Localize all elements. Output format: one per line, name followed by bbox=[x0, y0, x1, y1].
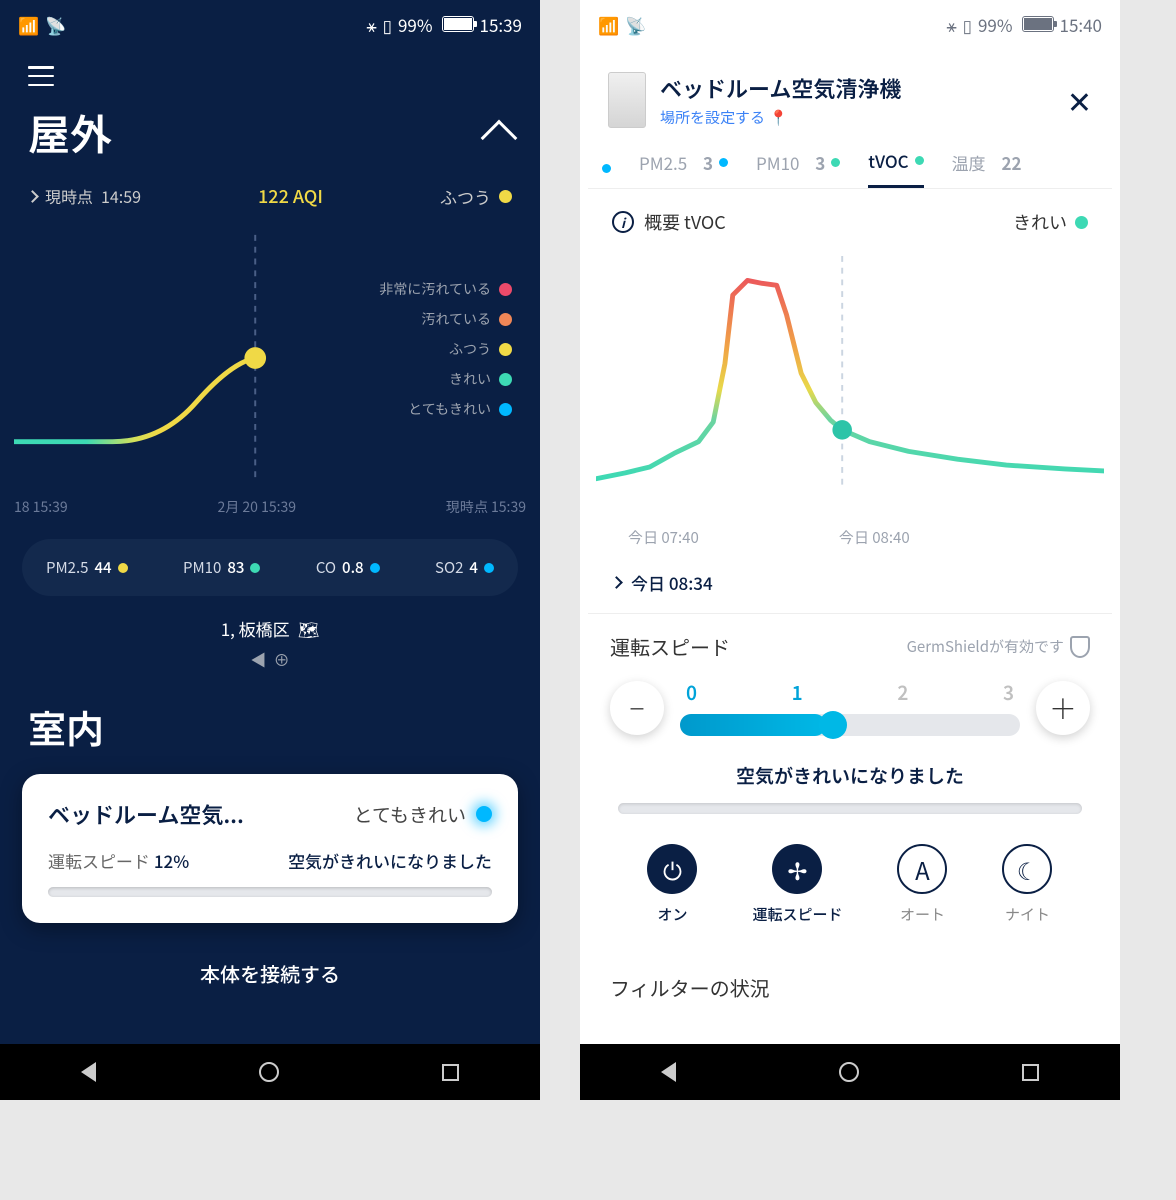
status-bar: 📶 📡 ⚹ ▯ 99% 15:39 bbox=[0, 0, 540, 48]
mode-speed-button[interactable]: ✢運転スピード bbox=[752, 844, 842, 925]
bluetooth-icon: ⚹ bbox=[366, 12, 376, 37]
filter-section-title: フィルターの状況 bbox=[588, 961, 1112, 1002]
battery-icon bbox=[1022, 16, 1054, 32]
chart-x-labels: 18 15:392月 20 15:39現時点 15:39 bbox=[0, 493, 540, 539]
speed-slider[interactable]: 0 1 2 3 bbox=[680, 679, 1020, 736]
tvoc-status: きれい bbox=[1013, 209, 1088, 235]
fan-icon: ✢ bbox=[772, 844, 822, 894]
signal-icon: 📶 bbox=[598, 12, 619, 37]
location-actions[interactable]: ◀ ⊕ bbox=[0, 647, 540, 691]
recent-button[interactable] bbox=[1022, 1064, 1039, 1081]
pollutant-card[interactable]: PM2.5 44 PM10 83 CO0.8 SO2 4 bbox=[22, 539, 518, 596]
battery-pct: 99% bbox=[398, 12, 433, 37]
back-button[interactable] bbox=[661, 1062, 676, 1082]
set-location-button[interactable]: 場所を設定する📍 bbox=[660, 107, 1053, 128]
tab-pm10[interactable]: PM10 3 bbox=[756, 150, 840, 187]
menu-button[interactable] bbox=[0, 48, 540, 96]
wifi-icon: 📡 bbox=[45, 12, 66, 37]
right-screen: 📶 📡 ⚹ ▯ 99% 15:40 ベッドルーム空気清浄機 場所を設定する📍 ✕… bbox=[580, 0, 1120, 1100]
chevron-right-icon bbox=[610, 576, 623, 589]
wifi-icon: 📡 bbox=[625, 12, 646, 37]
left-screen: 📶 📡 ⚹ ▯ 99% 15:39 屋外 現時点 14:59 122 AQI ふ… bbox=[0, 0, 540, 1100]
device-title: ベッドルーム空気清浄機 bbox=[660, 72, 1053, 104]
overview-label[interactable]: i 概要 tVOC bbox=[612, 209, 726, 235]
signal-icon: 📶 bbox=[18, 12, 39, 37]
speed-plus-button[interactable]: ＋ bbox=[1036, 681, 1090, 735]
chevron-right-icon bbox=[26, 190, 39, 203]
android-nav bbox=[0, 1044, 540, 1100]
map-icon: 🗺 bbox=[298, 616, 320, 641]
home-button[interactable] bbox=[259, 1062, 279, 1082]
mode-on-button[interactable]: ⏻オン bbox=[647, 844, 697, 925]
battery-icon bbox=[442, 16, 474, 32]
clean-message: 空気がきれいになりました bbox=[610, 736, 1090, 803]
location-label[interactable]: 1, 板橋区🗺 bbox=[0, 596, 540, 647]
tvoc-chart[interactable] bbox=[588, 243, 1112, 523]
info-icon: i bbox=[612, 211, 634, 233]
moon-icon: ☾ bbox=[1002, 844, 1052, 894]
tab-tvoc[interactable]: tVOC bbox=[868, 148, 923, 188]
device-progress bbox=[48, 887, 492, 897]
status-time: 15:40 bbox=[1060, 12, 1102, 37]
back-button[interactable] bbox=[81, 1062, 96, 1082]
auto-icon: A bbox=[897, 844, 947, 894]
vibrate-icon: ▯ bbox=[963, 12, 972, 37]
vibrate-icon: ▯ bbox=[383, 12, 392, 37]
aqi-status: ふつう bbox=[440, 184, 512, 209]
outdoor-title: 屋外 bbox=[28, 102, 112, 163]
clean-progress bbox=[618, 803, 1082, 814]
android-nav bbox=[580, 1044, 1120, 1100]
mode-night-button[interactable]: ☾ナイト bbox=[1002, 844, 1052, 925]
germshield-status: GermShieldが有効です bbox=[907, 636, 1090, 658]
close-button[interactable]: ✕ bbox=[1067, 78, 1092, 122]
device-name: ベッドルーム空気... bbox=[48, 798, 244, 830]
outdoor-aqi-chart[interactable]: 非常に汚れている 汚れている ふつう きれい とてもきれい bbox=[0, 223, 540, 493]
speed-title: 運転スピード bbox=[610, 632, 730, 661]
power-icon: ⏻ bbox=[647, 844, 697, 894]
tab-temp[interactable]: 温度 22 bbox=[952, 150, 1022, 187]
aqi-value: 122 AQI bbox=[258, 183, 323, 209]
chart-x-labels: 今日 07:40今日 08:40 bbox=[588, 523, 1112, 564]
mode-auto-button[interactable]: Aオート bbox=[897, 844, 947, 925]
metric-tabs: PM2.5 3 PM10 3 tVOC 温度 22 bbox=[588, 140, 1112, 189]
device-card[interactable]: ベッドルーム空気... とてもきれい 運転スピード 12% 空気がきれいになりま… bbox=[22, 774, 518, 923]
location-pin-icon: 📍 bbox=[769, 107, 788, 128]
bluetooth-icon: ⚹ bbox=[946, 12, 956, 37]
status-bar: 📶 📡 ⚹ ▯ 99% 15:40 bbox=[580, 0, 1120, 48]
connect-device-button[interactable]: 本体を接続する bbox=[0, 923, 540, 1000]
chevron-up-icon[interactable] bbox=[481, 119, 518, 156]
time-nav[interactable]: 今日 08:34 bbox=[588, 564, 1112, 613]
tab-pm25[interactable]: PM2.5 3 bbox=[639, 150, 728, 187]
device-image bbox=[608, 72, 646, 128]
status-time: 15:39 bbox=[480, 12, 522, 37]
indoor-title: 室内 bbox=[0, 691, 540, 774]
battery-pct: 99% bbox=[978, 12, 1013, 37]
shield-icon bbox=[1070, 636, 1090, 658]
aqi-legend: 非常に汚れている 汚れている ふつう きれい とてもきれい bbox=[379, 279, 512, 429]
device-status: とてもきれい bbox=[354, 801, 492, 828]
speed-minus-button[interactable]: − bbox=[610, 681, 664, 735]
recent-button[interactable] bbox=[442, 1064, 459, 1081]
home-button[interactable] bbox=[839, 1062, 859, 1082]
hamburger-icon bbox=[28, 66, 54, 86]
aqi-time[interactable]: 現時点 14:59 bbox=[28, 184, 141, 208]
